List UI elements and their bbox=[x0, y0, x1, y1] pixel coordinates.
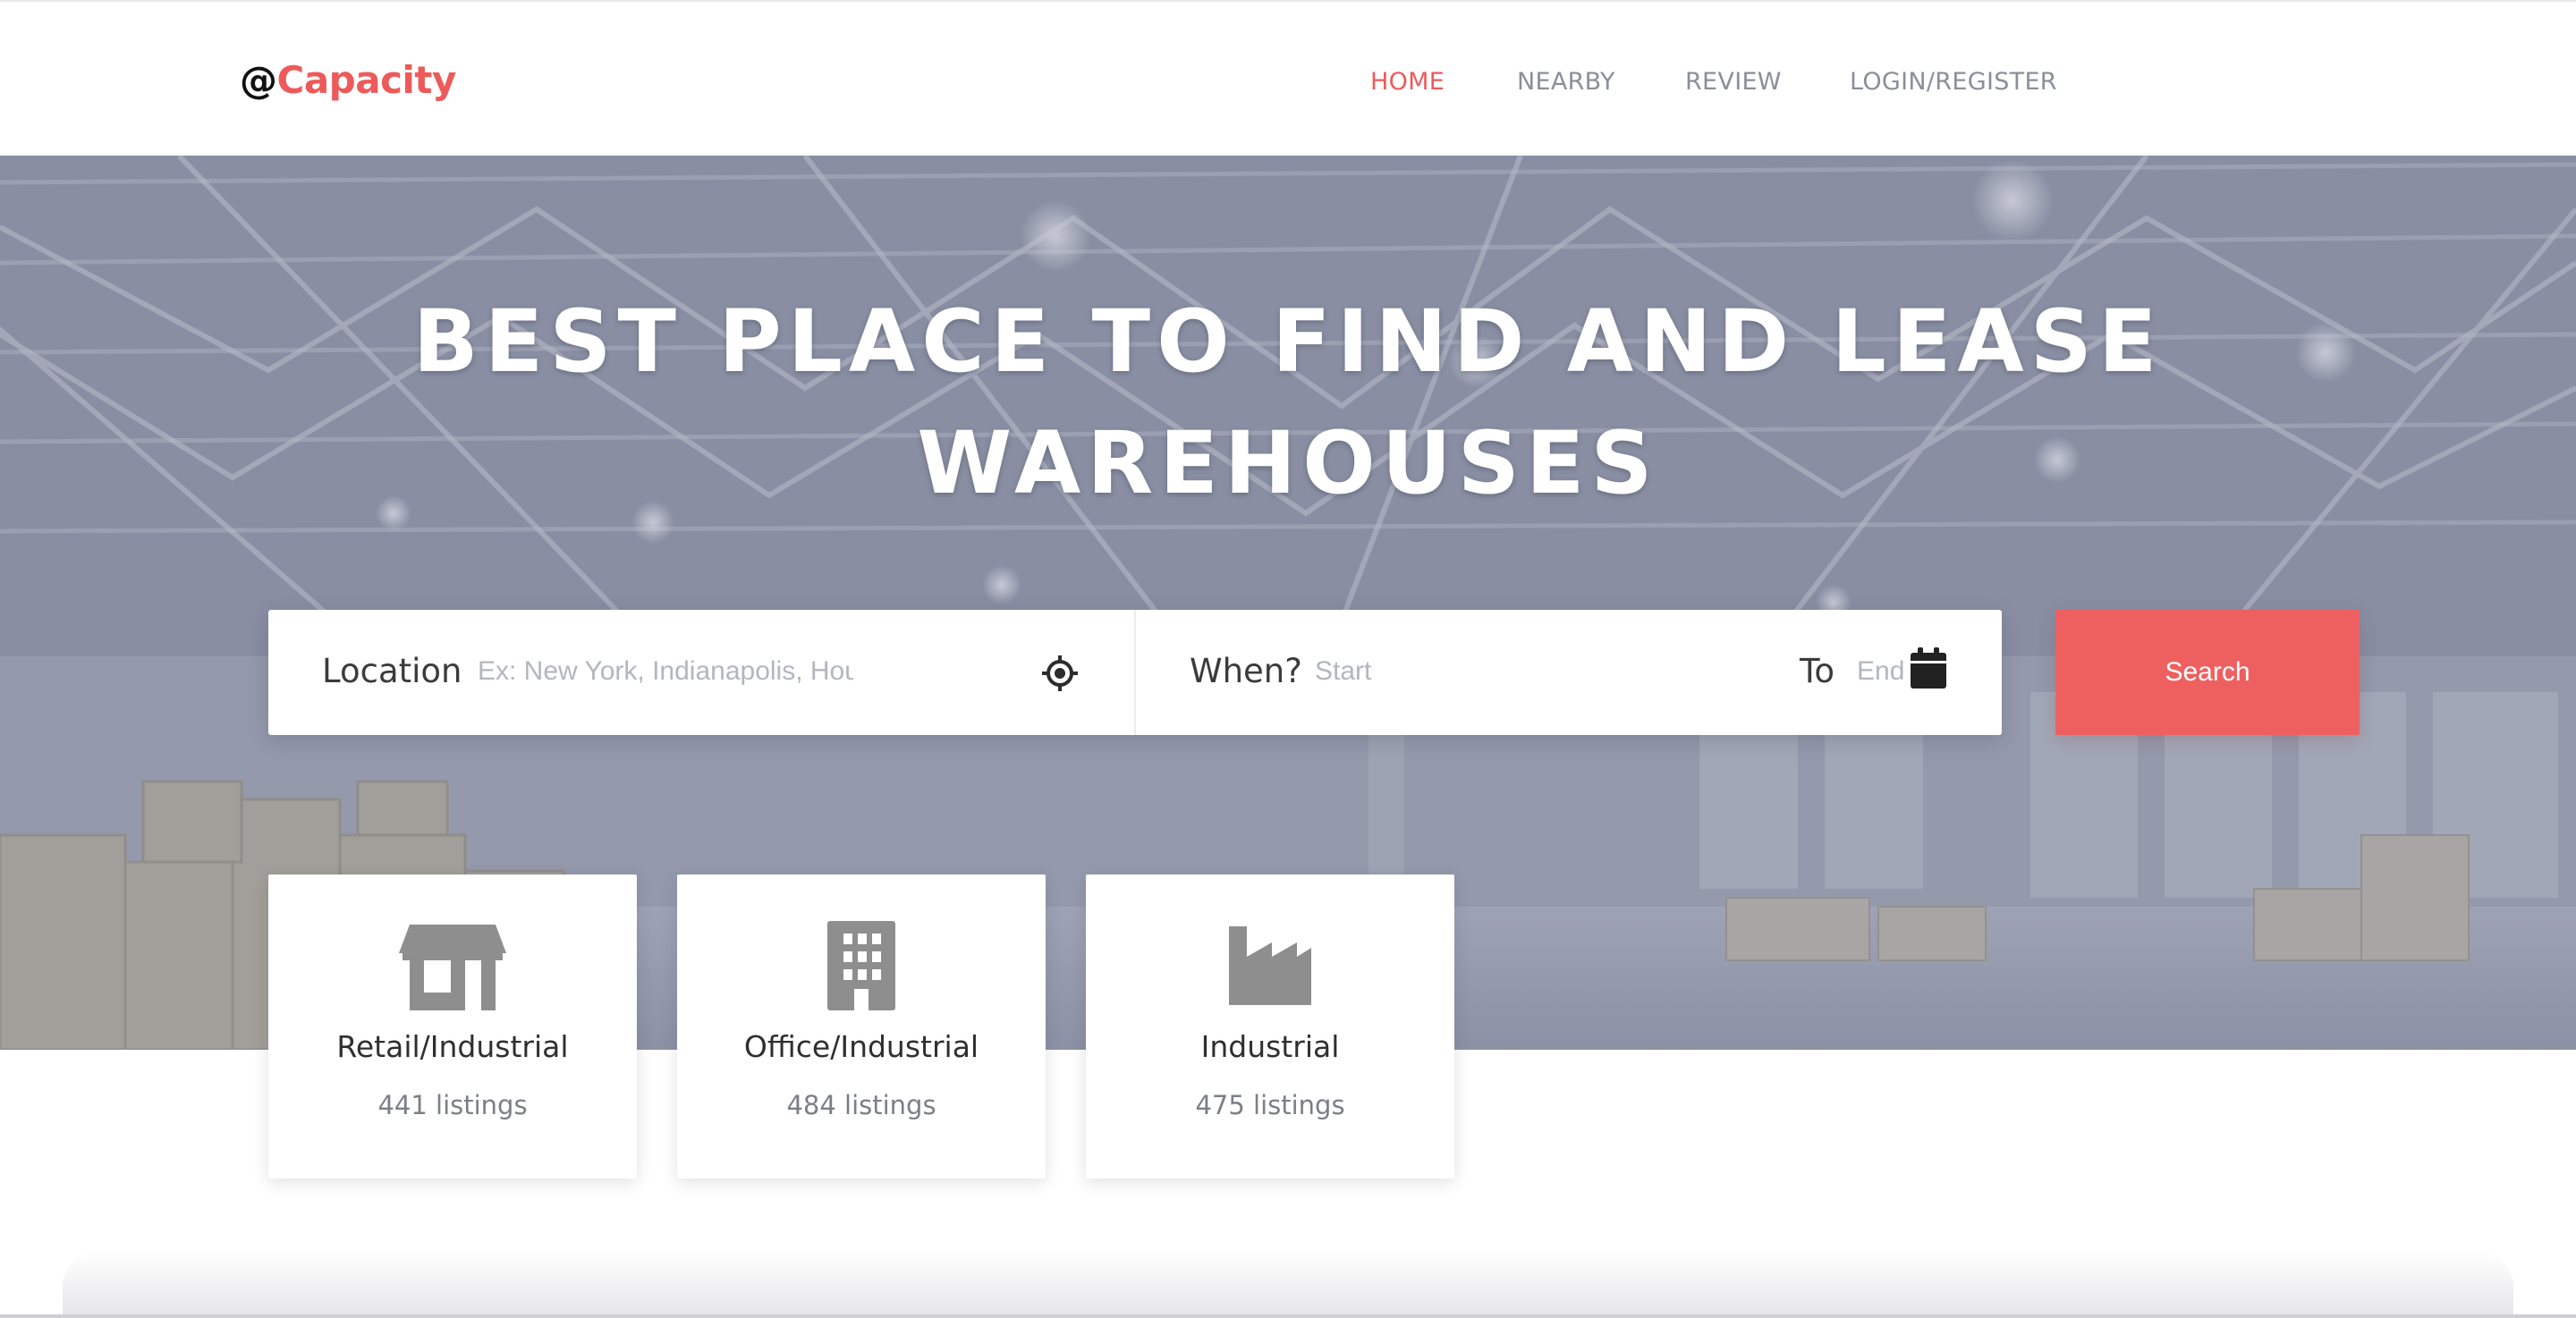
category-listing-count: 475 listings bbox=[1195, 1090, 1345, 1120]
page-bottom-edge bbox=[0, 1314, 2576, 1318]
main-nav: HOME NEARBY REVIEW LOGIN/REGISTER bbox=[0, 64, 2576, 100]
category-card-office-industrial[interactable]: Office/Industrial 484 listings bbox=[677, 874, 1046, 1179]
search-button[interactable]: Search bbox=[2055, 610, 2360, 735]
category-title: Retail/Industrial bbox=[336, 1029, 569, 1064]
location-label: Location bbox=[322, 652, 462, 690]
category-title: Industrial bbox=[1200, 1029, 1340, 1064]
category-listing-count: 441 listings bbox=[377, 1090, 528, 1120]
category-card-industrial[interactable]: Industrial 475 listings bbox=[1086, 874, 1454, 1179]
location-input[interactable] bbox=[478, 646, 853, 697]
building-icon bbox=[677, 921, 1046, 1019]
nav-home[interactable]: HOME bbox=[1370, 64, 1445, 100]
start-date-input[interactable] bbox=[1315, 646, 1673, 697]
search-bar: Location When? To bbox=[268, 610, 2002, 735]
calendar-icon[interactable] bbox=[1909, 646, 1948, 694]
category-listing-count: 484 listings bbox=[786, 1090, 936, 1120]
hero-title-line1: BEST PLACE TO FIND AND LEASE bbox=[412, 291, 2164, 392]
end-date-input[interactable] bbox=[1857, 646, 1914, 697]
hero-title: BEST PLACE TO FIND AND LEASE WAREHOUSES bbox=[358, 281, 2218, 524]
hero-title-line2: WAREHOUSES bbox=[917, 413, 1659, 513]
industry-icon bbox=[1086, 921, 1454, 1019]
search-divider bbox=[1134, 610, 1136, 735]
next-section-edge bbox=[63, 1252, 2513, 1318]
nav-login-register[interactable]: LOGIN/REGISTER bbox=[1850, 64, 2057, 100]
crosshair-icon[interactable] bbox=[1041, 655, 1079, 696]
category-card-retail-industrial[interactable]: Retail/Industrial 441 listings bbox=[268, 874, 637, 1179]
to-label: To bbox=[1800, 652, 1835, 690]
nav-review[interactable]: REVIEW bbox=[1685, 64, 1782, 100]
store-icon bbox=[268, 921, 637, 1019]
page: @Capacity HOME NEARBY REVIEW LOGIN/REGIS… bbox=[0, 0, 2576, 1318]
nav-nearby[interactable]: NEARBY bbox=[1517, 64, 1615, 100]
when-label: When? bbox=[1190, 652, 1302, 690]
site-header: @Capacity HOME NEARBY REVIEW LOGIN/REGIS… bbox=[0, 0, 2576, 156]
category-title: Office/Industrial bbox=[743, 1029, 979, 1064]
